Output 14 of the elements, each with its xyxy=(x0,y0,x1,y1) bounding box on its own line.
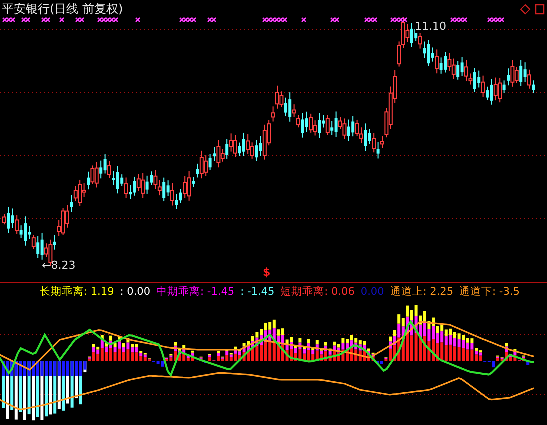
indicator-legend-value: 中期乖离: -1.45 xyxy=(156,284,235,298)
indicator-legend-value: 短期乖离: 0.06 xyxy=(280,284,355,298)
indicator-legend-value: : 0.00 xyxy=(120,286,151,298)
indicator-legend-value: 通道上: 2.25 xyxy=(390,284,454,298)
indicator-legend-value: 0.00 xyxy=(360,286,384,298)
window-icon[interactable] xyxy=(535,4,545,15)
diamond-icon[interactable] xyxy=(520,4,531,15)
signal-marker: $ xyxy=(263,266,271,279)
indicator-legend-value: 通道下: -3.5 xyxy=(460,284,520,298)
chart-title: 平安银行(日线 前复权) xyxy=(2,1,124,18)
low-price-label: ←8.23 xyxy=(42,259,76,272)
indicator-legend-value: : -1.45 xyxy=(240,286,275,298)
indicator-legend-value: 长期乖离: 1.19 xyxy=(40,284,114,298)
high-price-label: 11.10 xyxy=(415,20,446,33)
